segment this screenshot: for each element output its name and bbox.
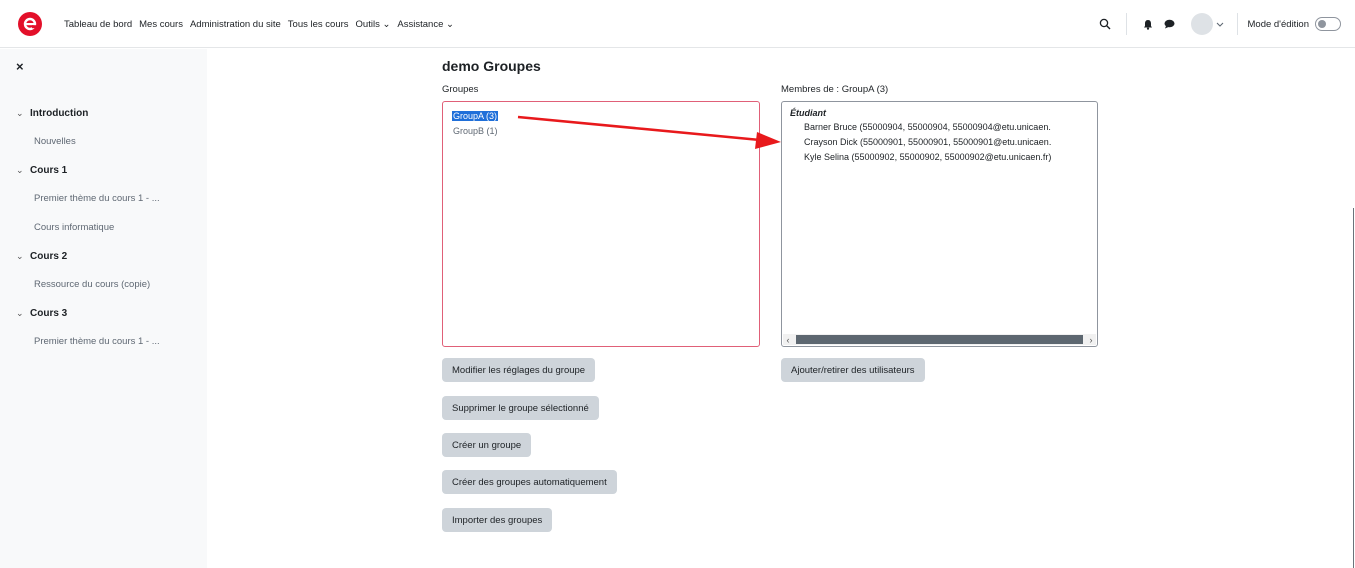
scroll-right-icon[interactable]: ›: [1086, 335, 1096, 345]
member-item[interactable]: Kyle Selina (55000902, 55000902, 5500090…: [804, 152, 1051, 162]
chevron-down-icon: ⌄: [16, 250, 24, 261]
nav-dashboard[interactable]: Tableau de bord: [64, 19, 132, 30]
group-option-groupa[interactable]: GroupA (3): [452, 111, 499, 121]
chevron-down-icon: ⌄: [16, 164, 24, 175]
create-group-button[interactable]: Créer un groupe: [442, 433, 532, 457]
section-cours-1[interactable]: ⌄ Cours 1: [16, 156, 201, 184]
activity-nouvelles[interactable]: Nouvelles: [16, 127, 201, 156]
nav-help-menu[interactable]: Assistance ⌄: [397, 19, 454, 30]
user-navigation: Mode d'édition: [1094, 0, 1341, 48]
chevron-down-icon: ⌄: [16, 107, 24, 118]
auto-create-groups-button[interactable]: Créer des groupes automatiquement: [442, 470, 617, 494]
member-item[interactable]: Barner Bruce (55000904, 55000904, 550009…: [804, 122, 1051, 132]
top-navbar: Tableau de bord Mes cours Administration…: [0, 0, 1355, 48]
section-label: Cours 1: [30, 164, 68, 176]
add-remove-users-button[interactable]: Ajouter/retirer des utilisateurs: [781, 358, 925, 382]
page-edge-divider: [1353, 208, 1354, 568]
section-label: Cours 2: [30, 250, 68, 262]
course-index: ⌄ Introduction Nouvelles ⌄ Cours 1 Premier…: [16, 99, 201, 356]
nav-my-courses[interactable]: Mes cours: [139, 19, 183, 30]
section-introduction[interactable]: ⌄ Introduction: [16, 99, 201, 127]
navbar-divider: [1236, 13, 1238, 35]
activity-premier-theme-3[interactable]: Premier thème du cours 1 - ...: [16, 327, 201, 356]
close-icon[interactable]: ×: [16, 59, 24, 74]
edit-mode-label: Mode d'édition: [1247, 18, 1310, 30]
horizontal-scrollbar[interactable]: ‹ ›: [783, 334, 1096, 345]
activity-premier-theme-1[interactable]: Premier thème du cours 1 - ...: [16, 184, 201, 213]
edit-mode-toggle[interactable]: [1315, 17, 1341, 31]
group-option-groupb[interactable]: GroupB (1): [453, 126, 498, 136]
bell-icon[interactable]: [1137, 13, 1159, 35]
activity-ressource-copie[interactable]: Ressource du cours (copie): [16, 270, 201, 299]
primary-navigation: Tableau de bord Mes cours Administration…: [64, 0, 454, 48]
site-logo[interactable]: [18, 12, 42, 36]
avatar[interactable]: [1190, 13, 1213, 35]
groups-listbox[interactable]: GroupA (3) GroupB (1): [442, 101, 760, 347]
scroll-left-icon[interactable]: ‹: [783, 335, 793, 345]
scrollbar-thumb[interactable]: [796, 335, 1083, 344]
members-role-group: Étudiant: [790, 108, 826, 118]
nav-site-admin[interactable]: Administration du site: [190, 19, 281, 30]
chevron-down-icon: ⌄: [16, 307, 24, 318]
logo-e-icon: [23, 17, 37, 31]
section-label: Cours 3: [30, 307, 68, 319]
nav-tools-menu[interactable]: Outils ⌄: [356, 19, 391, 30]
navbar-divider: [1125, 13, 1127, 35]
chevron-down-icon[interactable]: [1213, 13, 1227, 35]
page-title: demo Groupes: [442, 58, 541, 74]
delete-selected-group-button[interactable]: Supprimer le groupe sélectionné: [442, 396, 599, 420]
members-listbox[interactable]: Étudiant Barner Bruce (55000904, 5500090…: [781, 101, 1098, 347]
search-icon[interactable]: [1094, 13, 1116, 35]
import-groups-button[interactable]: Importer des groupes: [442, 508, 553, 532]
section-cours-2[interactable]: ⌄ Cours 2: [16, 242, 201, 270]
chat-bubble-icon[interactable]: [1159, 13, 1181, 35]
section-label: Introduction: [30, 107, 89, 119]
groups-label: Groupes: [442, 84, 479, 95]
course-index-drawer: × ⌄ Introduction Nouvelles ⌄ Cours 1 Premi…: [0, 49, 207, 568]
members-label: Membres de : GroupA (3): [781, 84, 889, 95]
nav-all-courses[interactable]: Tous les cours: [288, 19, 349, 30]
edit-group-settings-button[interactable]: Modifier les réglages du groupe: [442, 358, 596, 382]
member-item[interactable]: Crayson Dick (55000901, 55000901, 550009…: [804, 137, 1051, 147]
section-cours-3[interactable]: ⌄ Cours 3: [16, 299, 201, 327]
activity-cours-informatique[interactable]: Cours informatique: [16, 213, 201, 242]
